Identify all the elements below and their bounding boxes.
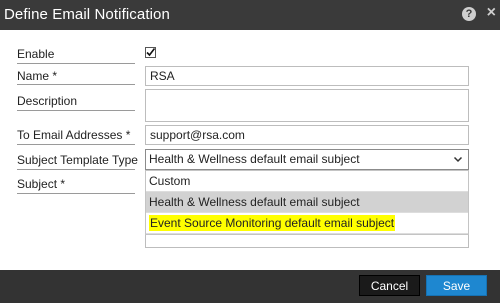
description-input[interactable]: [145, 89, 469, 122]
dropdown-option-health-wellness[interactable]: Health & Wellness default email subject: [146, 192, 468, 213]
name-divider: [17, 84, 135, 85]
dialog-title: Define Email Notification: [4, 6, 170, 23]
to-email-input[interactable]: support@rsa.com: [145, 125, 469, 145]
save-button[interactable]: Save: [426, 275, 487, 296]
subject-template-label: Subject Template Type: [17, 153, 138, 167]
help-icon[interactable]: ?: [462, 7, 476, 21]
highlighted-option-text: Event Source Monitoring default email su…: [149, 215, 396, 231]
subject-divider: [17, 193, 135, 194]
name-label: Name *: [17, 69, 58, 83]
checkmark-icon: [145, 47, 156, 58]
subject-label: Subject *: [17, 177, 66, 191]
dialog-titlebar: Define Email Notification ? ×: [0, 0, 500, 30]
dropdown-option-custom[interactable]: Custom: [146, 171, 468, 192]
enable-label: Enable: [17, 47, 55, 61]
subject-template-select[interactable]: Health & Wellness default email subject: [145, 149, 469, 170]
subject-template-value: Health & Wellness default email subject: [149, 152, 360, 166]
description-label: Description: [17, 94, 78, 108]
subject-template-divider: [17, 169, 135, 170]
description-divider: [17, 110, 135, 111]
to-email-divider: [17, 144, 135, 145]
cancel-button[interactable]: Cancel: [359, 275, 420, 296]
enable-checkbox[interactable]: [145, 47, 156, 58]
dialog-footer: Cancel Save: [0, 270, 500, 303]
to-email-label: To Email Addresses *: [17, 128, 131, 142]
subject-template-dropdown: Custom Health & Wellness default email s…: [145, 170, 469, 235]
enable-divider: [17, 63, 135, 64]
dropdown-option-event-source-monitoring[interactable]: Event Source Monitoring default email su…: [146, 213, 468, 234]
name-input[interactable]: RSA: [145, 66, 469, 86]
close-icon[interactable]: ×: [487, 5, 496, 21]
